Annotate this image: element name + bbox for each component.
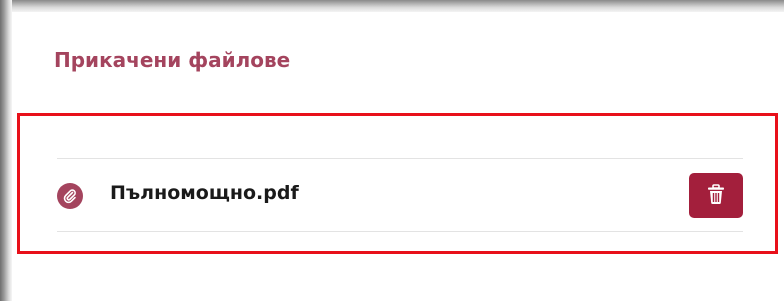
section-title: Прикачени файлове xyxy=(54,48,291,72)
paperclip-icon xyxy=(57,183,83,209)
attachment-row: Пълномощно.pdf xyxy=(57,158,743,232)
trash-icon xyxy=(707,183,725,208)
window-frame-left xyxy=(0,0,12,301)
window-frame-top xyxy=(0,0,784,12)
delete-attachment-button[interactable] xyxy=(689,173,743,218)
highlight-box: Пълномощно.pdf xyxy=(17,113,778,254)
attachments-panel: Прикачени файлове Пълномощно.pdf xyxy=(12,12,784,301)
attachment-file-name[interactable]: Пълномощно.pdf xyxy=(110,182,299,204)
